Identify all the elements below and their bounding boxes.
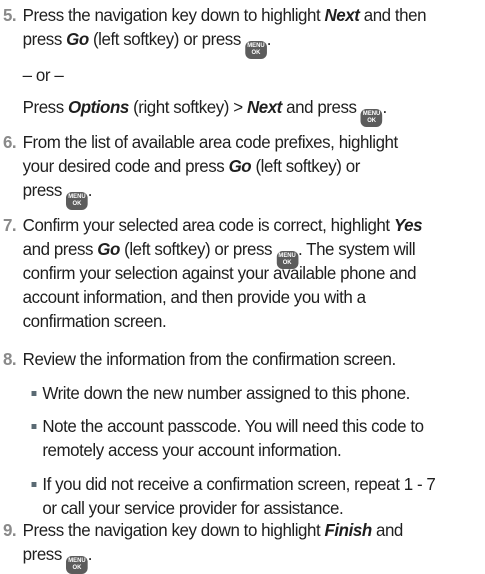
step-text: Confirm your selected area code is corre… (22, 215, 423, 331)
bullet-icon (31, 391, 37, 396)
bullet-item: Write down the new number assigned to th… (31, 381, 475, 405)
step-number: 6. (2, 132, 17, 152)
menu-ok-key-icon: MENU OK (66, 192, 88, 210)
bullet-icon (31, 424, 37, 429)
bullet-item: If you did not receive a confirmation sc… (31, 472, 475, 520)
instruction-document: 5. Press the navigation key down to high… (0, 0, 478, 574)
step-text: Press the navigation key down to highlig… (23, 518, 476, 574)
step-text: From the list of available area code pre… (23, 130, 476, 210)
step-number: 8. (2, 349, 17, 369)
menu-ok-key-icon: MENU OK (245, 41, 267, 59)
menu-ok-key-icon: MENU OK (360, 109, 383, 127)
step-number: 9. (2, 520, 17, 540)
or-separator: – or – (22, 65, 64, 85)
bullet-item: Note the account passcode. You will need… (31, 414, 475, 462)
step-text: Review the information from the confirma… (22, 349, 397, 369)
step-text: Press the navigation key down to highlig… (23, 3, 476, 59)
step-number: 7. (2, 215, 17, 235)
menu-ok-key-icon: MENU OK (66, 556, 88, 574)
step-number: 5. (2, 5, 17, 25)
bullet-icon (31, 482, 37, 487)
